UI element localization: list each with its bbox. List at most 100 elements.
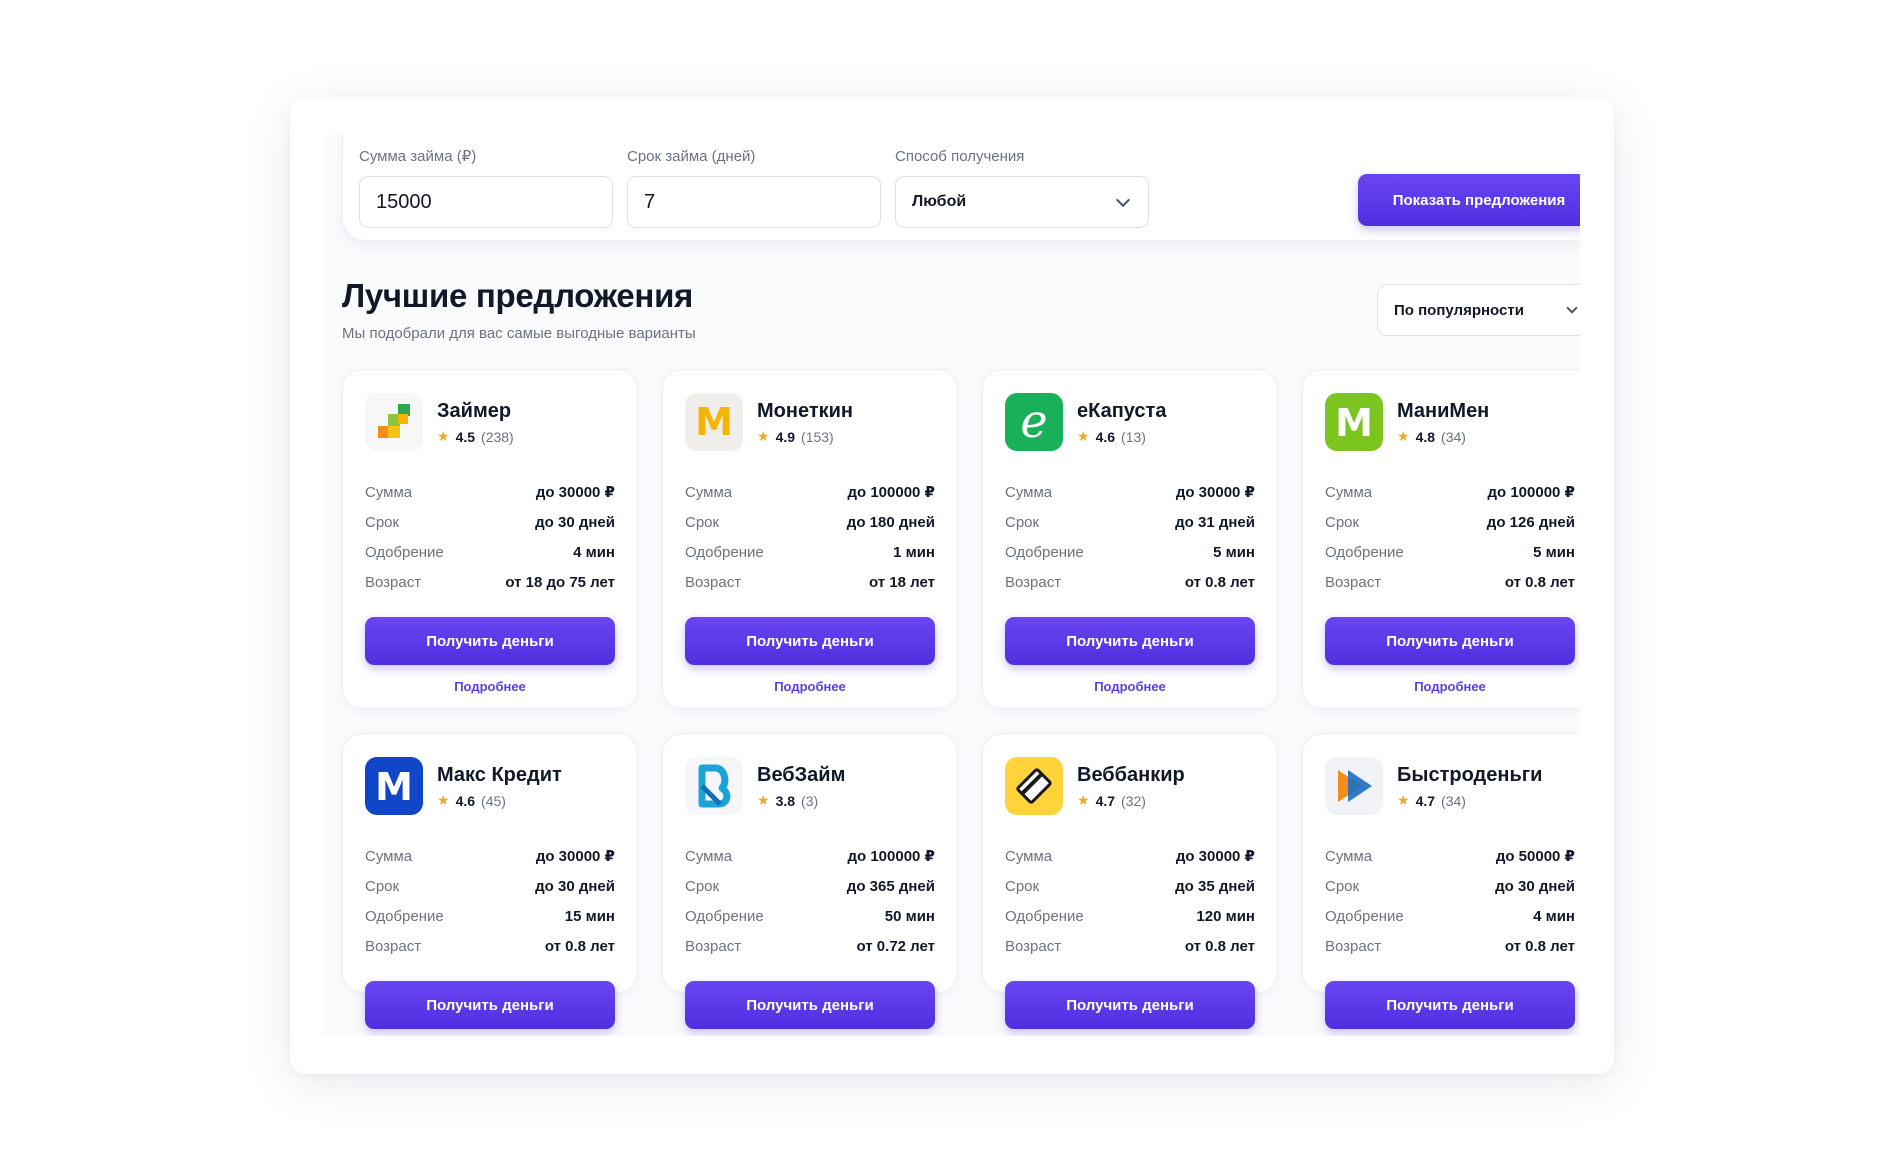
get-money-button[interactable]: Получить деньги	[685, 981, 935, 1029]
offer-name: Монеткин	[757, 400, 853, 422]
offer-details: Сумма до 30000 ₽ Срок до 31 дней Одобрен…	[1005, 477, 1255, 597]
sort-select[interactable]: По популярности	[1377, 284, 1580, 336]
offer-row-term: Срок до 30 дней	[365, 871, 615, 901]
get-money-button[interactable]: Получить деньги	[1325, 617, 1575, 665]
reviews-count: (45)	[481, 792, 506, 809]
sum-value: до 30000 ₽	[535, 848, 615, 865]
rating-value: 4.9	[775, 428, 796, 445]
term-label: Срок	[685, 877, 720, 895]
get-money-button[interactable]: Получить деньги	[1005, 617, 1255, 665]
sum-label: Сумма	[1325, 483, 1373, 501]
rating-value: 4.6	[455, 792, 476, 809]
page-subtitle: Мы подобрали для вас самые выгодные вари…	[342, 325, 696, 342]
offer-name: Макс Кредит	[437, 764, 562, 786]
offer-rating: ★ 4.9 (153)	[757, 428, 853, 445]
offer-details: Сумма до 100000 ₽ Срок до 180 дней Одобр…	[685, 477, 935, 597]
sum-value: до 100000 ₽	[847, 848, 935, 865]
age-value: от 0.8 лет	[1504, 937, 1575, 955]
show-offers-button[interactable]: Показать предложения	[1358, 174, 1580, 226]
approval-value: 5 мин	[1533, 543, 1575, 561]
offer-card: Займер ★ 4.5 (238) Сумма до 30000 ₽ Срок…	[342, 369, 638, 709]
approval-label: Одобрение	[1005, 907, 1084, 925]
star-icon: ★	[437, 792, 450, 808]
offer-row-age: Возраст от 0.8 лет	[1325, 567, 1575, 597]
page-content: Сумма займа (₽) 15000 Срок займа (дней) …	[342, 135, 1580, 1029]
age-label: Возраст	[1325, 573, 1382, 591]
offer-card: M Макс Кредит ★ 4.6 (45) Сумма до 30000 …	[342, 733, 638, 1029]
age-label: Возраст	[365, 573, 422, 591]
offer-rating: ★ 4.6 (13)	[1077, 428, 1166, 445]
offer-card: M МаниМен ★ 4.8 (34) Сумма до 100000 ₽ С…	[1302, 369, 1580, 709]
offer-row-term: Срок до 180 дней	[685, 507, 935, 537]
amount-input[interactable]: 15000	[359, 176, 613, 228]
page-title: Лучшие предложения	[342, 277, 694, 314]
details-link[interactable]: Подробнее	[1005, 679, 1255, 694]
get-money-button[interactable]: Получить деньги	[1005, 981, 1255, 1029]
offer-row-term: Срок до 365 дней	[685, 871, 935, 901]
approval-value: 1 мин	[893, 543, 935, 561]
offer-card: M Монеткин ★ 4.9 (153) Сумма до 100000 ₽…	[662, 369, 958, 709]
age-label: Возраст	[365, 937, 422, 955]
offer-card: Быстроденьги ★ 4.7 (34) Сумма до 50000 ₽…	[1302, 733, 1580, 1029]
star-icon: ★	[757, 792, 770, 808]
term-value: до 30 дней	[535, 513, 615, 531]
sort-select-value: По популярности	[1394, 301, 1524, 319]
term-input[interactable]: 7	[627, 176, 881, 228]
get-money-button[interactable]: Получить деньги	[1325, 981, 1575, 1029]
offer-row-sum: Сумма до 50000 ₽	[1325, 841, 1575, 871]
maxcredit-logo-icon: M	[365, 757, 423, 815]
offer-rating: ★ 4.8 (34)	[1397, 428, 1489, 445]
offers-grid: Займер ★ 4.5 (238) Сумма до 30000 ₽ Срок…	[342, 369, 1580, 1029]
approval-label: Одобрение	[685, 907, 764, 925]
term-label: Срок	[1005, 877, 1040, 895]
svg-text:M: M	[1335, 401, 1373, 445]
offer-brand: ВебЗайм ★ 3.8 (3)	[757, 763, 845, 809]
offer-card-header: M МаниМен ★ 4.8 (34)	[1325, 393, 1575, 451]
offer-row-approval: Одобрение 15 мин	[365, 901, 615, 931]
sum-value: до 50000 ₽	[1495, 848, 1575, 865]
offer-row-age: Возраст от 0.8 лет	[1005, 567, 1255, 597]
details-link[interactable]: Подробнее	[685, 679, 935, 694]
offer-brand: Веббанкир ★ 4.7 (32)	[1077, 763, 1185, 809]
offer-rating: ★ 4.6 (45)	[437, 792, 562, 809]
method-select[interactable]: Любой	[895, 176, 1149, 228]
rating-value: 4.7	[1095, 792, 1116, 809]
age-label: Возраст	[1005, 937, 1062, 955]
sum-label: Сумма	[1005, 847, 1053, 865]
svg-text:e: e	[1020, 399, 1047, 445]
offer-row-age: Возраст от 0.8 лет	[1005, 931, 1255, 961]
offer-row-age: Возраст от 0.72 лет	[685, 931, 935, 961]
sum-label: Сумма	[1005, 483, 1053, 501]
offer-rating: ★ 3.8 (3)	[757, 792, 845, 809]
get-money-button[interactable]: Получить деньги	[365, 617, 615, 665]
offer-name: еКапуста	[1077, 400, 1167, 422]
term-label: Срок	[685, 513, 720, 531]
offer-card: Веббанкир ★ 4.7 (32) Сумма до 30000 ₽ Ср…	[982, 733, 1278, 1029]
term-label: Срок займа (дней)	[627, 148, 756, 165]
offer-card-header: ВебЗайм ★ 3.8 (3)	[685, 757, 935, 815]
moneyman-logo-icon: M	[1325, 393, 1383, 451]
details-link[interactable]: Подробнее	[1325, 679, 1575, 694]
age-label: Возраст	[685, 573, 742, 591]
offer-card-header: Займер ★ 4.5 (238)	[365, 393, 615, 451]
term-label: Срок	[365, 513, 400, 531]
get-money-button[interactable]: Получить деньги	[685, 617, 935, 665]
offer-row-approval: Одобрение 120 мин	[1005, 901, 1255, 931]
details-link[interactable]: Подробнее	[365, 679, 615, 694]
offer-card-header: Быстроденьги ★ 4.7 (34)	[1325, 757, 1575, 815]
rating-value: 4.5	[455, 428, 476, 445]
offer-row-approval: Одобрение 50 мин	[685, 901, 935, 931]
offer-row-sum: Сумма до 30000 ₽	[1005, 841, 1255, 871]
star-icon: ★	[757, 428, 770, 444]
star-icon: ★	[1077, 792, 1090, 808]
term-label: Срок	[1325, 877, 1360, 895]
get-money-button[interactable]: Получить деньги	[365, 981, 615, 1029]
offer-row-age: Возраст от 18 до 75 лет	[365, 567, 615, 597]
term-field-group: Срок займа (дней) 7	[627, 147, 881, 228]
offer-row-approval: Одобрение 4 мин	[365, 537, 615, 567]
offer-row-sum: Сумма до 30000 ₽	[365, 477, 615, 507]
offer-brand: Макс Кредит ★ 4.6 (45)	[437, 763, 562, 809]
offer-name: Быстроденьги	[1397, 764, 1543, 786]
approval-label: Одобрение	[1325, 543, 1404, 561]
offer-details: Сумма до 30000 ₽ Срок до 30 дней Одобрен…	[365, 841, 615, 961]
